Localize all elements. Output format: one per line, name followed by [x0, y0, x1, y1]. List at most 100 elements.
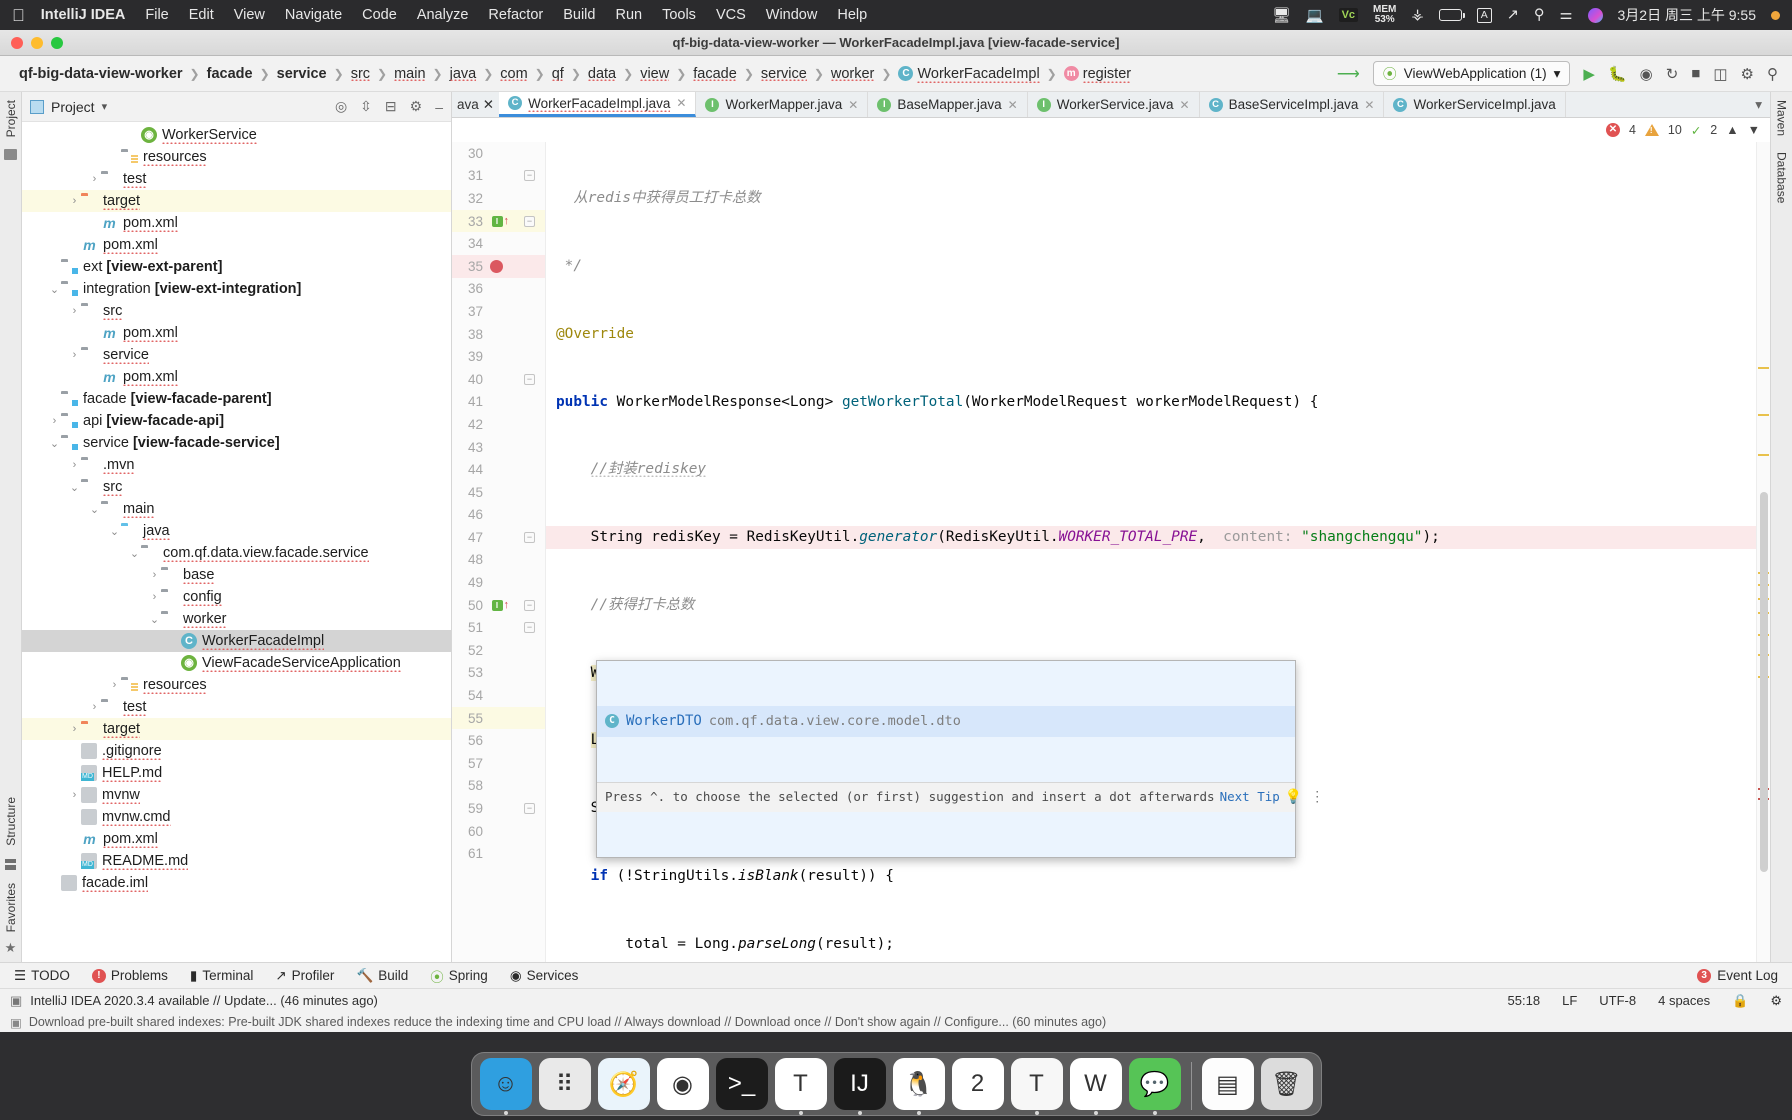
- tree-expand-arrow-icon[interactable]: ⌄: [128, 547, 141, 560]
- gutter-line-56[interactable]: 56: [452, 729, 545, 752]
- tree-node[interactable]: ⌄ service [view-facade-service]: [22, 432, 451, 454]
- dock-item-note[interactable]: ▤: [1201, 1058, 1254, 1110]
- siri-icon[interactable]: [1587, 7, 1603, 23]
- tree-expand-arrow-icon[interactable]: ›: [68, 767, 81, 779]
- run-configuration-selector[interactable]: ⦿ ViewWebApplication (1) ▾: [1372, 61, 1571, 86]
- dock-item-terminal[interactable]: >_: [715, 1058, 768, 1110]
- tree-expand-arrow-icon[interactable]: ›: [108, 151, 121, 163]
- tree-expand-arrow-icon[interactable]: ›: [88, 327, 101, 339]
- tree-node[interactable]: ⌄ src: [22, 476, 451, 498]
- memory-indicator[interactable]: MEM 53%: [1373, 5, 1396, 25]
- tree-expand-arrow-icon[interactable]: ›: [68, 723, 81, 735]
- inspection-widget[interactable]: ✕ 4 10 ✓ 2 ▲ ▼: [452, 118, 1770, 142]
- tree-expand-arrow-icon[interactable]: ⌄: [68, 481, 81, 494]
- gutter-line-31[interactable]: − 31: [452, 165, 545, 188]
- code-completion-popup[interactable]: C WorkerDTO com.qf.data.view.core.model.…: [596, 660, 1324, 858]
- breadcrumb-item-view[interactable]: view ❯: [633, 66, 686, 82]
- tree-expand-arrow-icon[interactable]: ›: [68, 349, 81, 361]
- inspection-profile-icon[interactable]: ⚙: [1770, 993, 1782, 1009]
- dock-item-intellij-idea[interactable]: IJ: [833, 1058, 886, 1115]
- override-marker-icon[interactable]: I ↑: [491, 215, 509, 227]
- breadcrumb-item-method[interactable]: m register: [1057, 66, 1138, 83]
- status-notification-text[interactable]: Download pre-built shared indexes: Pre-b…: [29, 1015, 1106, 1029]
- editor-marker-bar[interactable]: [1756, 142, 1770, 962]
- gutter-line-52[interactable]: 52: [452, 639, 545, 662]
- gutter-line-49[interactable]: 49: [452, 571, 545, 594]
- tool-button-project[interactable]: Project: [4, 92, 18, 145]
- override-marker-icon[interactable]: I ↑: [491, 599, 509, 611]
- tree-node[interactable]: › target: [22, 718, 451, 740]
- clock[interactable]: 3月2日 周三 上午 9:55: [1618, 5, 1757, 25]
- breakpoint-icon[interactable]: [490, 259, 503, 273]
- breadcrumb-item-com[interactable]: com ❯: [493, 66, 544, 82]
- tree-expand-arrow-icon[interactable]: ›: [88, 217, 101, 229]
- breadcrumb-item-service2[interactable]: service ❯: [754, 66, 824, 82]
- tool-button-maven[interactable]: Maven: [1775, 92, 1789, 144]
- hide-panel-icon[interactable]: –: [435, 99, 443, 115]
- gutter-line-51[interactable]: − 51: [452, 616, 545, 639]
- breadcrumb-item-main[interactable]: main ❯: [387, 66, 443, 82]
- tab-partial-left[interactable]: ava ✕: [452, 92, 499, 117]
- dock-item-trash[interactable]: 🗑: [1260, 1058, 1313, 1110]
- gutter-line-59[interactable]: − 59: [452, 797, 545, 820]
- profile-button[interactable]: ↻: [1666, 65, 1679, 83]
- tree-expand-arrow-icon[interactable]: ›: [88, 173, 101, 185]
- menu-item-refactor[interactable]: Refactor: [488, 7, 543, 23]
- tool-button-problems[interactable]: ! Problems: [91, 968, 168, 983]
- scroll-from-source-icon[interactable]: ◎: [335, 98, 347, 115]
- dock-item-typora[interactable]: T: [774, 1058, 827, 1115]
- apple-icon[interactable]: : [12, 7, 25, 24]
- fold-toggle-icon[interactable]: −: [524, 531, 535, 543]
- tree-expand-arrow-icon[interactable]: ›: [68, 833, 81, 845]
- gutter-line-46[interactable]: 46: [452, 504, 545, 527]
- next-problem-icon[interactable]: ▼: [1748, 123, 1760, 137]
- fold-toggle-icon[interactable]: −: [524, 170, 535, 182]
- menu-item-navigate[interactable]: Navigate: [285, 7, 342, 23]
- tree-expand-arrow-icon[interactable]: ›: [68, 195, 81, 207]
- tool-button-services[interactable]: ◉ Services: [510, 968, 579, 984]
- tree-node[interactable]: › api [view-facade-api]: [22, 410, 451, 432]
- fold-toggle-icon[interactable]: −: [524, 622, 535, 634]
- menu-item-code[interactable]: Code: [362, 7, 397, 23]
- tree-expand-arrow-icon[interactable]: ›: [68, 305, 81, 317]
- code-editor[interactable]: 30 − 31 32 I ↑ − 33 34 35 36 37 38 39 − 40 41 42 43 44 45 46 −…: [452, 142, 1770, 962]
- dock-item-launchpad[interactable]: ⠿: [538, 1058, 591, 1110]
- tree-node[interactable]: ›◉ ViewFacadeServiceApplication: [22, 652, 451, 674]
- dock-item-wps[interactable]: W: [1069, 1058, 1122, 1115]
- menu-item-tools[interactable]: Tools: [662, 7, 696, 23]
- menu-item-edit[interactable]: Edit: [189, 7, 214, 23]
- tree-expand-arrow-icon[interactable]: ›: [88, 701, 101, 713]
- tab-list-button[interactable]: ▾: [1747, 92, 1770, 117]
- tree-node[interactable]: › target: [22, 190, 451, 212]
- tree-node[interactable]: ⌄ com.qf.data.view.facade.service: [22, 542, 451, 564]
- close-icon[interactable]: ✕: [676, 96, 686, 110]
- tool-button-todo[interactable]: ☰ TODO: [14, 968, 70, 984]
- tree-expand-arrow-icon[interactable]: ⌄: [48, 437, 61, 450]
- menu-item-view[interactable]: View: [234, 7, 265, 23]
- close-icon[interactable]: ✕: [1180, 98, 1190, 112]
- menu-item-file[interactable]: File: [145, 7, 168, 23]
- dock-item-safari[interactable]: 🧭: [597, 1058, 650, 1110]
- breadcrumb-item-src[interactable]: src ❯: [344, 66, 387, 82]
- menu-item-help[interactable]: Help: [837, 7, 867, 23]
- tree-expand-arrow-icon[interactable]: ›: [68, 789, 81, 801]
- tree-node[interactable]: › HELP.md: [22, 762, 451, 784]
- tree-node[interactable]: › service: [22, 344, 451, 366]
- gutter-line-32[interactable]: 32: [452, 187, 545, 210]
- tree-node[interactable]: › facade.iml: [22, 872, 451, 894]
- tree-expand-arrow-icon[interactable]: ⌄: [48, 283, 61, 296]
- tree-node[interactable]: › .gitignore: [22, 740, 451, 762]
- project-settings-gear-icon[interactable]: ⚙: [410, 98, 423, 115]
- gutter-line-48[interactable]: 48: [452, 549, 545, 572]
- tree-expand-arrow-icon[interactable]: ›: [48, 261, 61, 273]
- tab-workerfacadeimpl[interactable]: C WorkerFacadeImpl.java ✕: [499, 92, 697, 117]
- menu-item-window[interactable]: Window: [766, 7, 818, 23]
- file-encoding[interactable]: UTF-8: [1599, 993, 1636, 1008]
- tree-node[interactable]: ⌄ integration [view-ext-integration]: [22, 278, 451, 300]
- spotlight-search-icon[interactable]: ⚲: [1534, 7, 1545, 23]
- tree-node[interactable]: ›m pom.xml: [22, 234, 451, 256]
- fold-toggle-icon[interactable]: −: [524, 373, 535, 385]
- close-icon[interactable]: ✕: [1008, 98, 1018, 112]
- gutter-line-47[interactable]: − 47: [452, 526, 545, 549]
- tree-expand-arrow-icon[interactable]: ›: [148, 569, 161, 581]
